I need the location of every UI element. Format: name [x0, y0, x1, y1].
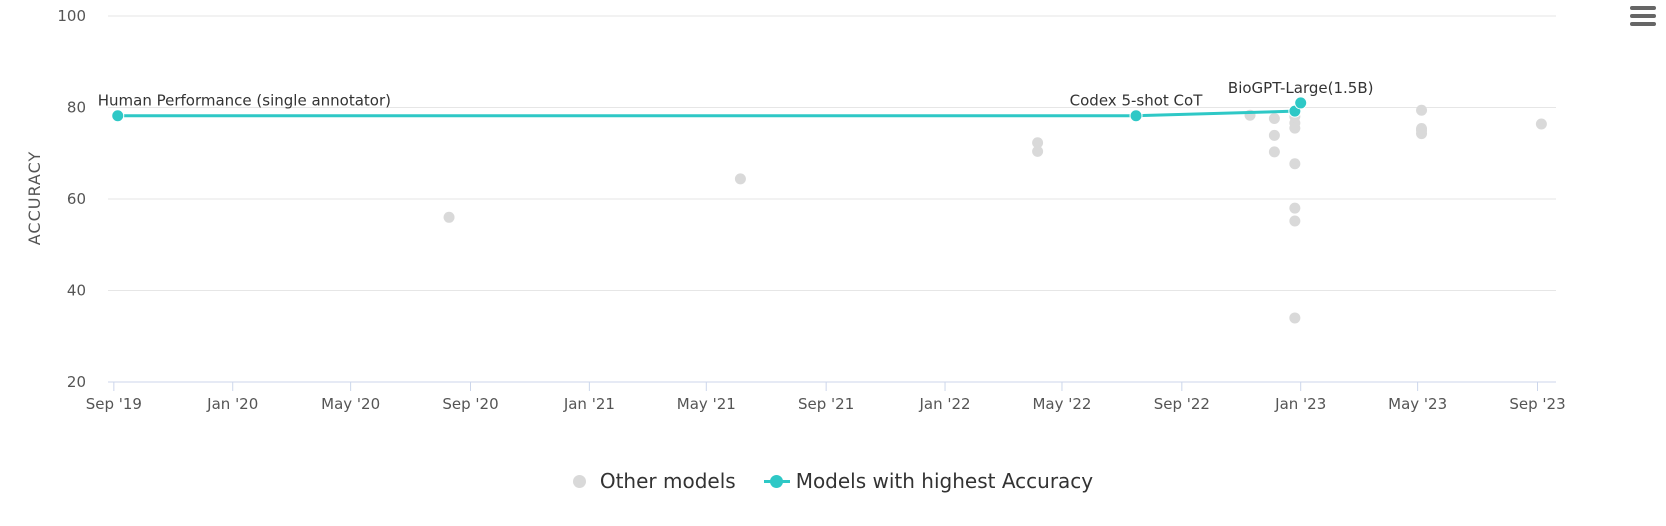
other-model-point	[1289, 312, 1301, 324]
other-model-point	[1032, 145, 1044, 157]
other-model-point	[1416, 124, 1428, 136]
x-tick-label: Jan '20	[206, 395, 258, 413]
legend-item-best-models[interactable]: Models with highest Accuracy	[763, 469, 1094, 493]
hamburger-menu-icon	[1630, 6, 1656, 10]
other-model-point	[443, 211, 455, 223]
other-model-point	[1268, 112, 1280, 124]
x-tick-label: Jan '22	[918, 395, 970, 413]
x-tick-label: Jan '23	[1274, 395, 1326, 413]
x-tick-label: May '21	[677, 395, 736, 413]
other-model-point	[1416, 104, 1428, 116]
x-tick-label: May '20	[321, 395, 380, 413]
x-tick-label: May '23	[1388, 395, 1447, 413]
x-tick-label: Sep '20	[442, 395, 498, 413]
other-model-point	[1289, 158, 1301, 170]
best-model-point	[111, 109, 125, 123]
x-tick-label: May '22	[1032, 395, 1091, 413]
grid-lines	[108, 15, 1556, 291]
y-tick-label: 20	[67, 373, 86, 391]
data-label: Human Performance (single annotator)	[98, 92, 391, 110]
best-model-point	[1294, 96, 1308, 110]
x-tick-label: Sep '22	[1154, 395, 1210, 413]
other-model-point	[1535, 118, 1547, 130]
y-tick-label: 80	[67, 99, 86, 117]
other-model-point	[734, 173, 746, 185]
data-label: BioGPT-Large(1.5B)	[1228, 79, 1374, 97]
legend-label-best-models: Models with highest Accuracy	[795, 469, 1094, 493]
other-model-point	[1268, 146, 1280, 158]
x-tick-label: Sep '21	[798, 395, 854, 413]
legend-item-other-models[interactable]: Other models	[572, 469, 736, 493]
other-model-point	[1289, 202, 1301, 214]
legend: Other models Models with highest Accurac…	[0, 466, 1666, 496]
legend-label-other-models: Other models	[599, 469, 736, 493]
best-model-point	[1129, 109, 1143, 123]
legend-line-marker-icon	[763, 474, 790, 488]
x-tick-label: Sep '23	[1509, 395, 1565, 413]
hamburger-menu-icon-bar	[1630, 22, 1656, 26]
y-tick-label: 60	[67, 190, 86, 208]
legend-dot-icon	[572, 474, 586, 488]
other-model-point	[1268, 129, 1280, 141]
data-label: Codex 5-shot CoT	[1070, 92, 1204, 110]
x-tick-label: Jan '21	[563, 395, 615, 413]
hamburger-menu-icon-bar	[1630, 14, 1656, 18]
best-models-series: Human Performance (single annotator) Code…	[98, 79, 1374, 123]
x-tick-label: Sep '19	[86, 395, 142, 413]
other-model-point	[1289, 215, 1301, 227]
chart-canvas: 20 40 60 80 100 Sep '19 Jan '20 May '20 Sep '20…	[25, 7, 1566, 413]
x-axis: Sep '19 Jan '20 May '20 Sep '20 Jan '21 May '…	[86, 381, 1566, 413]
y-tick-label: 40	[67, 282, 86, 300]
y-tick-label: 100	[57, 7, 86, 25]
y-axis-title: ACCURACY	[25, 151, 44, 246]
y-axis-ticks: 20 40 60 80 100	[57, 7, 86, 391]
chart-menu-button[interactable]	[1630, 6, 1656, 30]
other-model-point	[1289, 122, 1301, 134]
